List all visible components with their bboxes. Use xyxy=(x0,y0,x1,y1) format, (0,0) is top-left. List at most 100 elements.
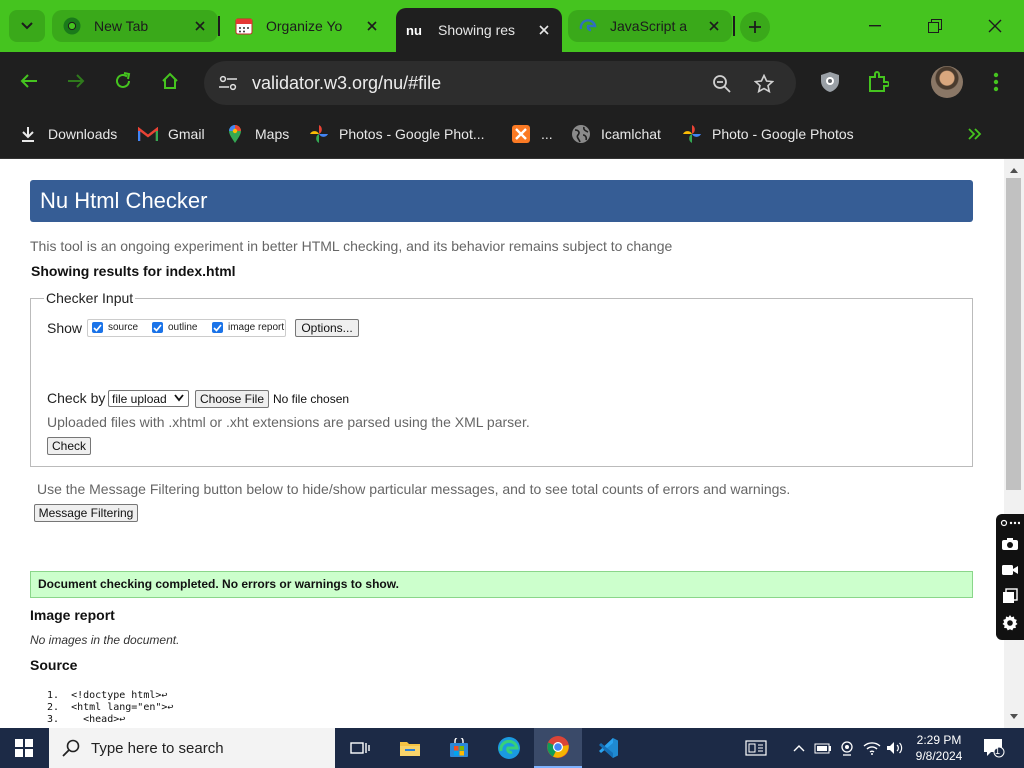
link-more-icon[interactable] xyxy=(1000,516,1020,530)
back-button[interactable] xyxy=(14,66,44,96)
camera-icon[interactable] xyxy=(1000,534,1020,554)
select-value: file upload xyxy=(112,391,167,406)
start-button[interactable] xyxy=(0,728,48,768)
restore-button[interactable] xyxy=(905,0,965,52)
scroll-up-arrow-icon[interactable] xyxy=(1006,163,1022,177)
bookmark-icamlchat[interactable]: Icamlchat xyxy=(571,121,661,147)
close-tab-icon[interactable] xyxy=(536,22,552,38)
search-placeholder: Type here to search xyxy=(91,739,224,757)
check-by-select[interactable]: file upload xyxy=(108,390,189,407)
home-button[interactable] xyxy=(155,66,185,96)
shield-extension-icon[interactable] xyxy=(816,68,844,96)
close-tab-icon[interactable] xyxy=(192,18,208,34)
chevron-down-icon xyxy=(174,394,184,402)
source-heading: Source xyxy=(30,657,78,673)
task-view-button[interactable] xyxy=(336,728,384,768)
bookmark-photos-1[interactable]: Photos - Google Phot... xyxy=(309,121,485,147)
reload-button[interactable] xyxy=(108,66,138,96)
scroll-down-arrow-icon[interactable] xyxy=(1006,710,1022,724)
google-photos-icon xyxy=(682,124,702,144)
profile-avatar[interactable] xyxy=(931,66,963,98)
more-bookmarks-button[interactable] xyxy=(968,121,982,147)
bookmark-photos-2[interactable]: Photo - Google Photos xyxy=(682,121,854,147)
forward-button[interactable] xyxy=(61,66,91,96)
show-hidden-icons-chevron-icon[interactable] xyxy=(789,738,809,758)
site-info-icon[interactable] xyxy=(216,71,240,95)
chevron-down-icon xyxy=(21,22,33,30)
edge-icon xyxy=(498,737,520,759)
notification-center-button[interactable]: 1 xyxy=(982,737,1006,759)
outline-checkbox[interactable]: outline xyxy=(152,322,197,333)
gmail-icon xyxy=(138,124,158,144)
calendar-icon xyxy=(234,16,254,36)
store-bag-icon xyxy=(450,738,468,757)
close-window-button[interactable] xyxy=(965,0,1024,52)
page-header: Nu Html Checker xyxy=(30,180,973,222)
bookmarks-bar: Downloads Gmail Maps Photos - Google Pho… xyxy=(0,112,1024,159)
tab-showing-results[interactable]: nu Showing res xyxy=(396,8,562,52)
intro-text: This tool is an ongoing experiment in be… xyxy=(30,238,673,254)
close-tab-icon[interactable] xyxy=(364,18,380,34)
vscode-taskbar-button[interactable] xyxy=(584,728,632,768)
source-checkbox[interactable]: source xyxy=(92,322,138,333)
microsoft-store-button[interactable] xyxy=(435,728,483,768)
tab-search-button[interactable] xyxy=(9,10,45,42)
edge-taskbar-button[interactable] xyxy=(485,728,533,768)
success-message: Document checking completed. No errors o… xyxy=(30,571,973,598)
vscode-icon xyxy=(599,738,618,758)
file-explorer-button[interactable] xyxy=(386,728,434,768)
chrome-taskbar-button[interactable] xyxy=(534,728,582,768)
plus-icon xyxy=(749,21,761,33)
download-icon xyxy=(18,124,38,144)
arrow-right-icon xyxy=(68,74,85,88)
tab-new-tab[interactable]: New Tab xyxy=(52,10,218,42)
tab-separator xyxy=(733,16,735,36)
image-report-heading: Image report xyxy=(30,607,115,623)
close-icon xyxy=(988,19,1002,33)
settings-gear-icon[interactable] xyxy=(1000,613,1020,633)
address-bar[interactable]: validator.w3.org/nu/#file xyxy=(204,61,796,105)
wifi-icon[interactable] xyxy=(862,738,882,758)
window-capture-icon[interactable] xyxy=(1000,586,1020,606)
floating-capture-toolbar xyxy=(996,514,1024,640)
tab-javascript[interactable]: JavaScript a xyxy=(568,10,732,42)
bookmark-maps[interactable]: Maps xyxy=(225,121,289,147)
options-button[interactable]: Options... xyxy=(295,319,359,337)
minimize-icon xyxy=(869,25,881,27)
url-text[interactable]: validator.w3.org/nu/#file xyxy=(252,73,441,94)
checkbox-label: image report xyxy=(228,322,285,333)
message-filtering-button[interactable]: Message Filtering xyxy=(34,504,138,522)
source-line: 2. <html lang="en">↩ xyxy=(47,702,174,713)
taskbar-search-box[interactable]: Type here to search xyxy=(49,728,335,768)
bookmark-downloads[interactable]: Downloads xyxy=(18,121,117,147)
bookmark-gmail[interactable]: Gmail xyxy=(138,121,205,147)
taskbar-clock[interactable]: 2:29 PM 9/8/2024 xyxy=(906,732,972,764)
image-report-checkbox[interactable]: image report xyxy=(212,322,284,333)
volume-icon[interactable] xyxy=(885,738,905,758)
scrollbar-thumb[interactable] xyxy=(1006,178,1021,490)
close-tab-icon[interactable] xyxy=(706,18,722,34)
bookmark-label: Maps xyxy=(255,126,290,142)
reload-icon xyxy=(116,72,131,88)
webcam-icon[interactable] xyxy=(837,738,857,758)
bookmark-star-icon[interactable] xyxy=(752,72,776,96)
keyboard-layout-icon[interactable] xyxy=(744,738,768,758)
puzzle-extensions-icon[interactable] xyxy=(864,68,892,96)
double-chevron-right-icon xyxy=(968,128,982,140)
search-icon xyxy=(61,738,81,758)
new-tab-button[interactable] xyxy=(740,12,770,42)
tab-title: Organize Yo xyxy=(266,18,343,34)
minimize-button[interactable] xyxy=(845,0,905,52)
check-by-label: Check by xyxy=(47,390,106,406)
video-camera-icon[interactable] xyxy=(1000,560,1020,580)
checkmark-icon xyxy=(152,322,163,333)
zoom-icon[interactable] xyxy=(710,72,734,96)
xampp-icon xyxy=(511,124,531,144)
battery-icon[interactable] xyxy=(813,738,833,758)
tab-organize[interactable]: Organize Yo xyxy=(224,8,390,44)
choose-file-button[interactable]: Choose File xyxy=(195,390,269,408)
bookmark-label: Gmail xyxy=(168,126,205,142)
check-button[interactable]: Check xyxy=(47,437,91,455)
bookmark-xampp[interactable]: ... xyxy=(511,121,553,147)
kebab-menu-icon[interactable] xyxy=(982,68,1010,96)
